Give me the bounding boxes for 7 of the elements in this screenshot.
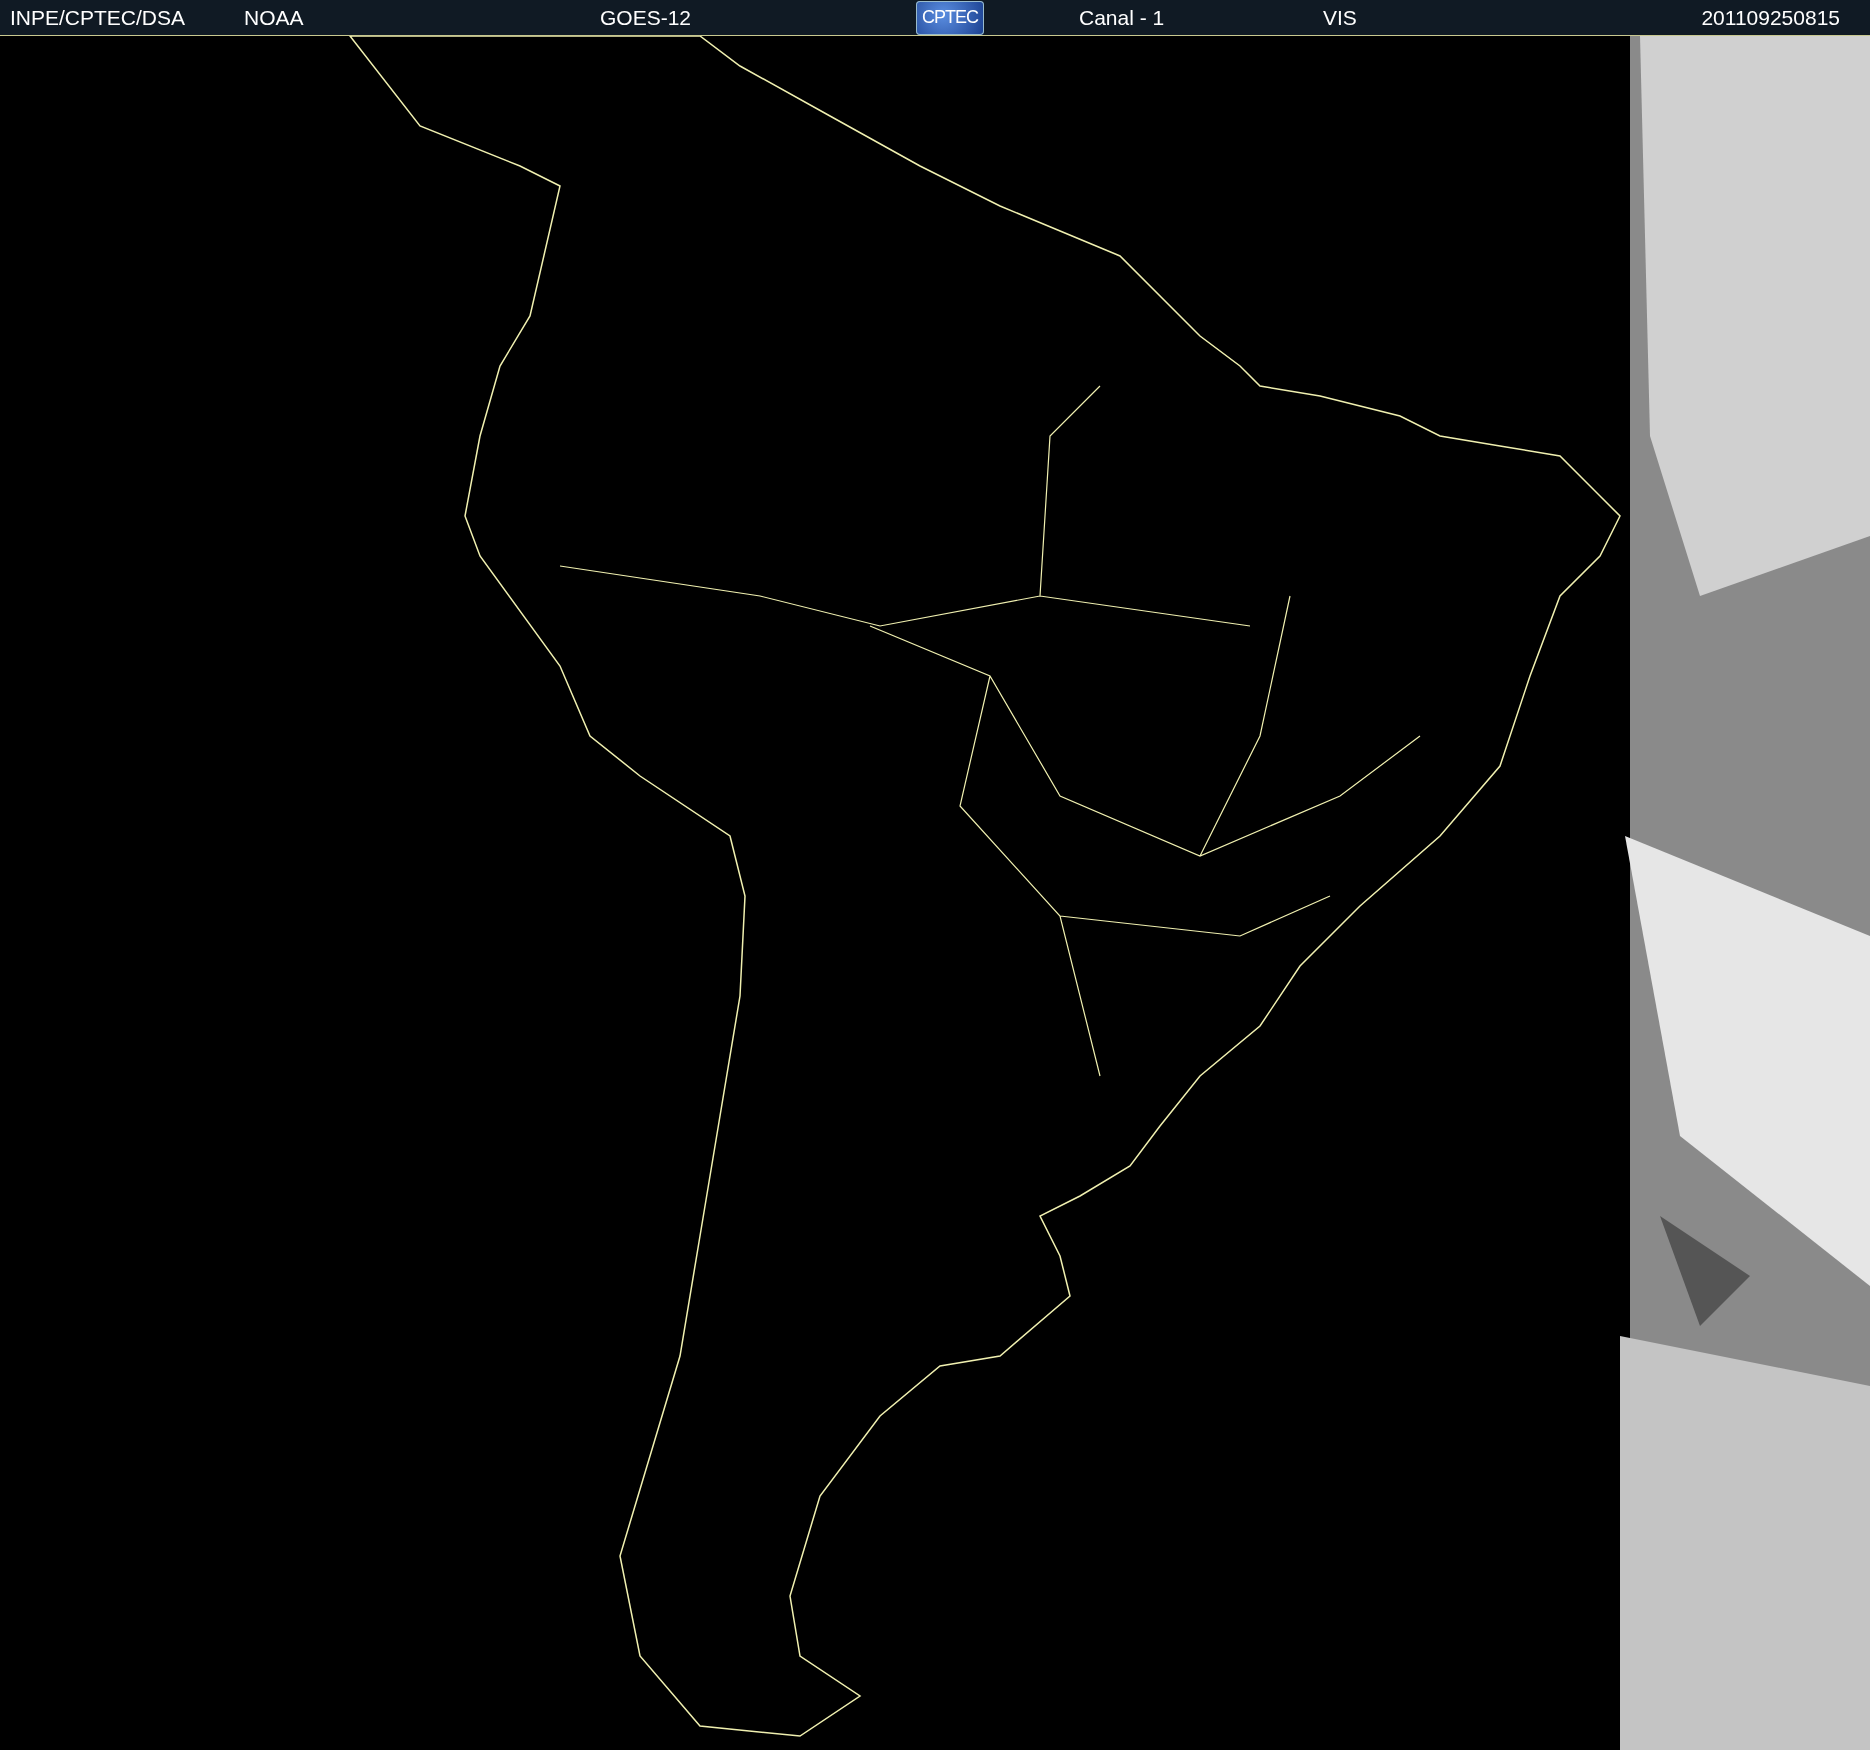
- header-label: GOES-12: [600, 5, 692, 30]
- header-label: Canal - 1: [1079, 5, 1165, 30]
- header-label: NOAA: [244, 5, 304, 30]
- header-label: INPE/CPTEC/DSA: [10, 5, 186, 30]
- header-label: VIS: [1323, 5, 1357, 30]
- logo: CPTEC: [916, 0, 984, 35]
- header-label: 201109250815: [1701, 5, 1840, 30]
